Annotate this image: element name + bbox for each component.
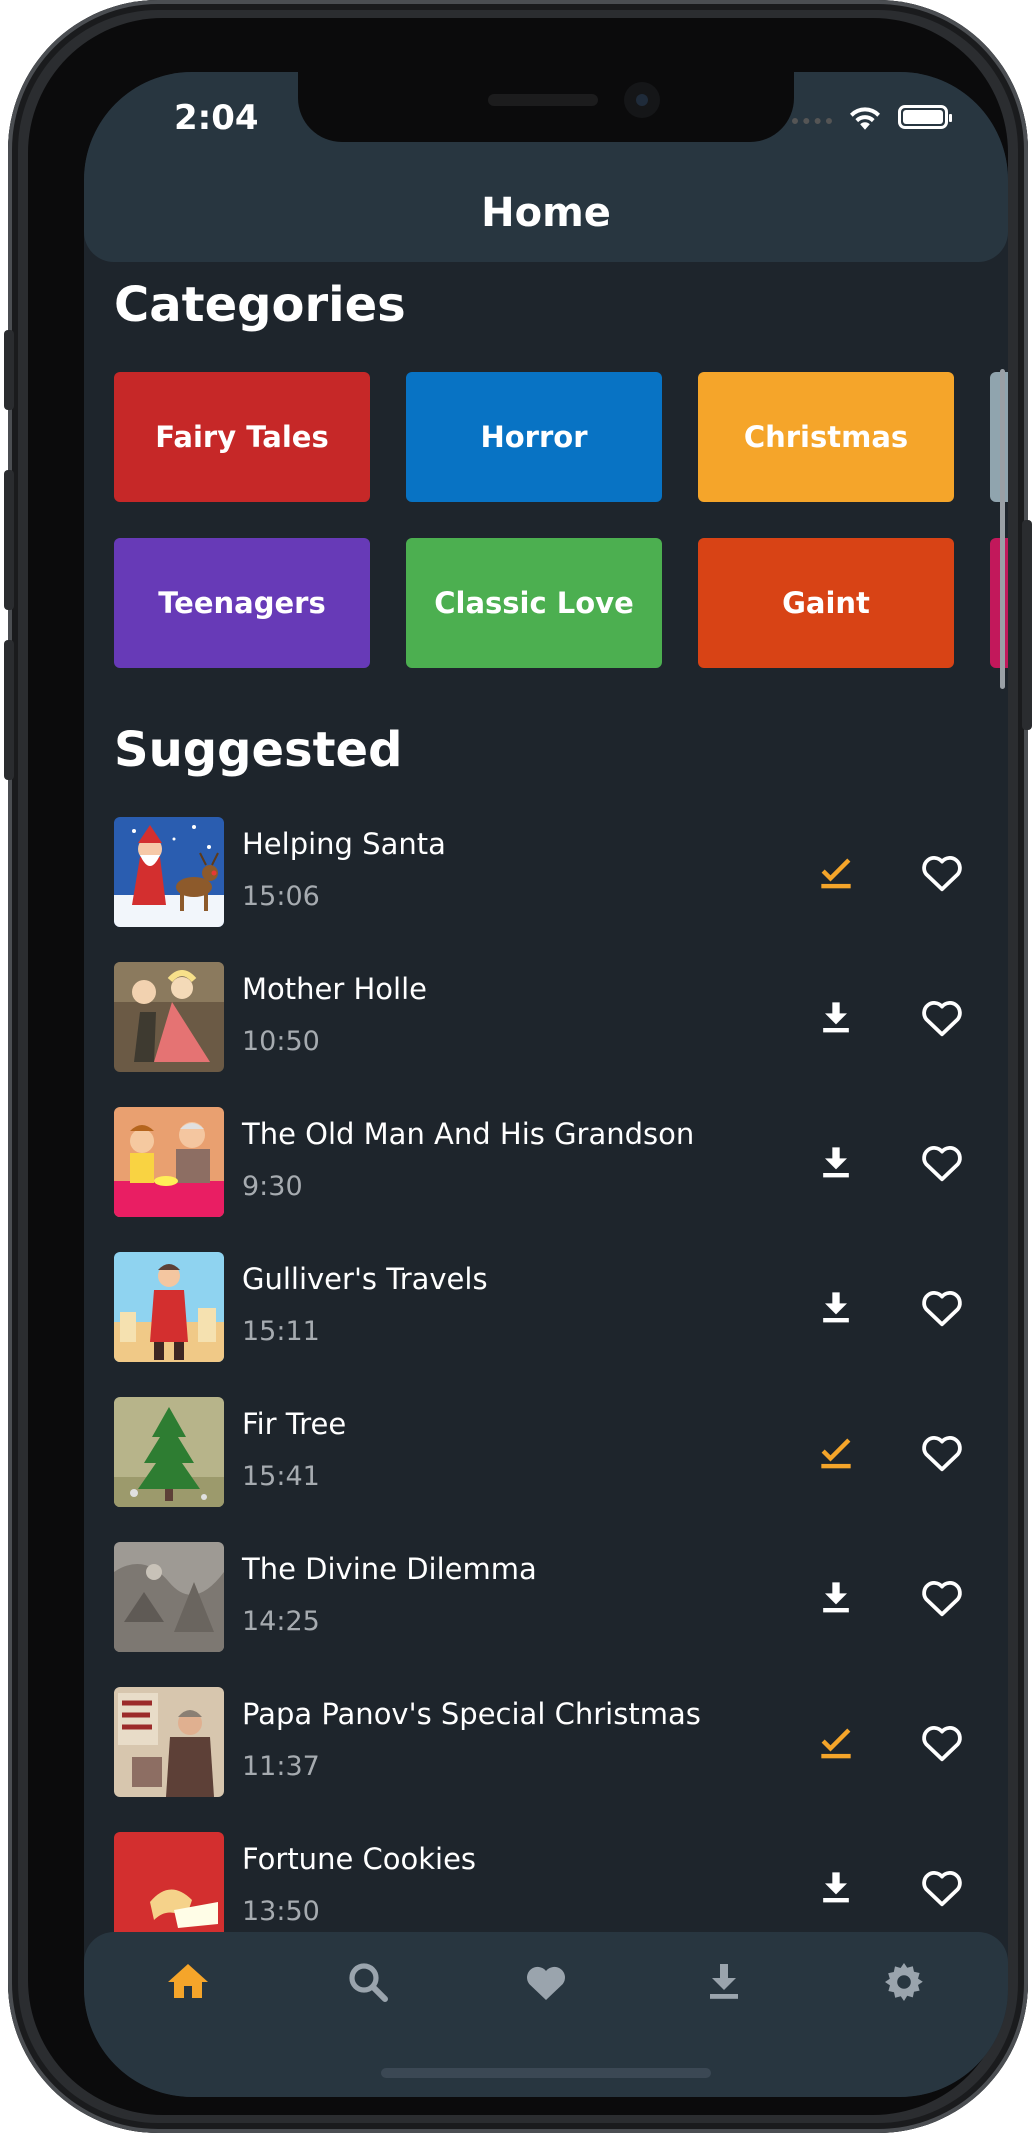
category-fairy-tales[interactable]: Fairy Tales bbox=[114, 372, 370, 502]
story-title: The Old Man And His Grandson bbox=[242, 1117, 695, 1151]
favorite-heart-icon[interactable] bbox=[918, 1718, 966, 1766]
volume-up-button bbox=[4, 470, 14, 610]
story-title: Gulliver's Travels bbox=[242, 1262, 488, 1296]
home-icon[interactable] bbox=[164, 1958, 212, 2006]
speaker bbox=[488, 94, 598, 106]
story-thumbnail bbox=[114, 817, 224, 927]
story-thumbnail bbox=[114, 1832, 224, 1942]
bezel: 2:04 Home Categories Fairy Tales Horror … bbox=[28, 18, 1008, 2115]
story-duration: 10:50 bbox=[242, 1026, 320, 1057]
category-label: Christmas bbox=[743, 420, 909, 454]
story-duration: 15:06 bbox=[242, 881, 320, 912]
category-teenagers[interactable]: Teenagers bbox=[114, 538, 370, 668]
power-button bbox=[1022, 520, 1032, 730]
story-thumbnail bbox=[114, 1397, 224, 1507]
favorite-heart-icon[interactable] bbox=[918, 848, 966, 896]
list-item[interactable]: The Old Man And His Grandson 9:30 bbox=[114, 1107, 984, 1217]
category-label: Teenagers bbox=[158, 586, 326, 620]
favorite-heart-icon[interactable] bbox=[918, 1428, 966, 1476]
story-duration: 9:30 bbox=[242, 1171, 303, 1202]
category-partial-next[interactable] bbox=[990, 538, 1008, 668]
favorite-heart-icon[interactable] bbox=[918, 1863, 966, 1911]
story-thumbnail bbox=[114, 1107, 224, 1217]
downloaded-check-icon[interactable] bbox=[814, 1720, 858, 1764]
settings-icon[interactable] bbox=[880, 1958, 928, 2006]
category-partial-next[interactable] bbox=[990, 372, 1008, 502]
status-icons bbox=[792, 102, 952, 132]
screen: 2:04 Home Categories Fairy Tales Horror … bbox=[84, 72, 1008, 2097]
category-christmas[interactable]: Christmas bbox=[698, 372, 954, 502]
story-title: Fortune Cookies bbox=[242, 1842, 477, 1876]
camera bbox=[624, 82, 660, 118]
list-item[interactable]: Fortune Cookies 13:50 bbox=[114, 1832, 984, 1942]
story-title: Mother Holle bbox=[242, 972, 428, 1006]
phone-frame: 2:04 Home Categories Fairy Tales Horror … bbox=[4, 0, 1032, 2133]
heart-icon[interactable] bbox=[522, 1958, 570, 2006]
story-title: Fir Tree bbox=[242, 1407, 347, 1441]
favorite-heart-icon[interactable] bbox=[918, 1138, 966, 1186]
story-thumbnail bbox=[114, 1252, 224, 1362]
download-icon[interactable] bbox=[814, 1140, 858, 1184]
category-label: Gaint bbox=[782, 586, 870, 620]
story-duration: 15:11 bbox=[242, 1316, 320, 1347]
story-duration: 14:25 bbox=[242, 1606, 320, 1637]
battery-icon bbox=[898, 105, 952, 129]
list-item[interactable]: Helping Santa 15:06 bbox=[114, 817, 984, 927]
suggested-heading: Suggested bbox=[114, 722, 403, 778]
page-title: Home bbox=[481, 190, 611, 236]
list-item[interactable]: Papa Panov's Special Christmas 11:37 bbox=[114, 1687, 984, 1797]
download-icon[interactable] bbox=[814, 1575, 858, 1619]
download-icon[interactable] bbox=[700, 1958, 748, 2006]
download-icon[interactable] bbox=[814, 1865, 858, 1909]
favorite-heart-icon[interactable] bbox=[918, 1283, 966, 1331]
story-title: Helping Santa bbox=[242, 827, 446, 861]
download-icon[interactable] bbox=[814, 995, 858, 1039]
notch bbox=[298, 72, 794, 142]
category-label: Horror bbox=[480, 420, 588, 454]
categories-heading: Categories bbox=[114, 277, 406, 333]
search-icon[interactable] bbox=[344, 1958, 392, 2006]
downloaded-check-icon[interactable] bbox=[814, 1430, 858, 1474]
list-item[interactable]: The Divine Dilemma 14:25 bbox=[114, 1542, 984, 1652]
story-thumbnail bbox=[114, 962, 224, 1072]
story-duration: 15:41 bbox=[242, 1461, 320, 1492]
favorite-heart-icon[interactable] bbox=[918, 1573, 966, 1621]
mute-switch bbox=[4, 330, 14, 410]
wifi-icon bbox=[850, 107, 880, 130]
story-title: Papa Panov's Special Christmas bbox=[242, 1697, 701, 1731]
app-header: 2:04 Home bbox=[84, 72, 1008, 262]
list-item[interactable]: Fir Tree 15:41 bbox=[114, 1397, 984, 1507]
categories-grid[interactable]: Fairy Tales Horror Christmas Teenagers C… bbox=[114, 372, 1008, 672]
download-icon[interactable] bbox=[814, 1285, 858, 1329]
favorite-heart-icon[interactable] bbox=[918, 993, 966, 1041]
volume-down-button bbox=[4, 640, 14, 780]
status-time: 2:04 bbox=[174, 98, 259, 138]
bottom-tab-bar bbox=[84, 1932, 1008, 2097]
cellular-signal-icon bbox=[792, 118, 832, 130]
categories-scrollbar[interactable] bbox=[1000, 369, 1005, 689]
list-item[interactable]: Gulliver's Travels 15:11 bbox=[114, 1252, 984, 1362]
story-thumbnail bbox=[114, 1687, 224, 1797]
story-duration: 13:50 bbox=[242, 1896, 320, 1927]
home-indicator bbox=[381, 2068, 711, 2078]
category-gaint[interactable]: Gaint bbox=[698, 538, 954, 668]
story-duration: 11:37 bbox=[242, 1751, 320, 1782]
list-item[interactable]: Mother Holle 10:50 bbox=[114, 962, 984, 1072]
category-classic-love[interactable]: Classic Love bbox=[406, 538, 662, 668]
category-horror[interactable]: Horror bbox=[406, 372, 662, 502]
story-thumbnail bbox=[114, 1542, 224, 1652]
story-title: The Divine Dilemma bbox=[242, 1552, 537, 1586]
downloaded-check-icon[interactable] bbox=[814, 850, 858, 894]
category-label: Fairy Tales bbox=[155, 420, 329, 454]
category-label: Classic Love bbox=[434, 586, 634, 620]
